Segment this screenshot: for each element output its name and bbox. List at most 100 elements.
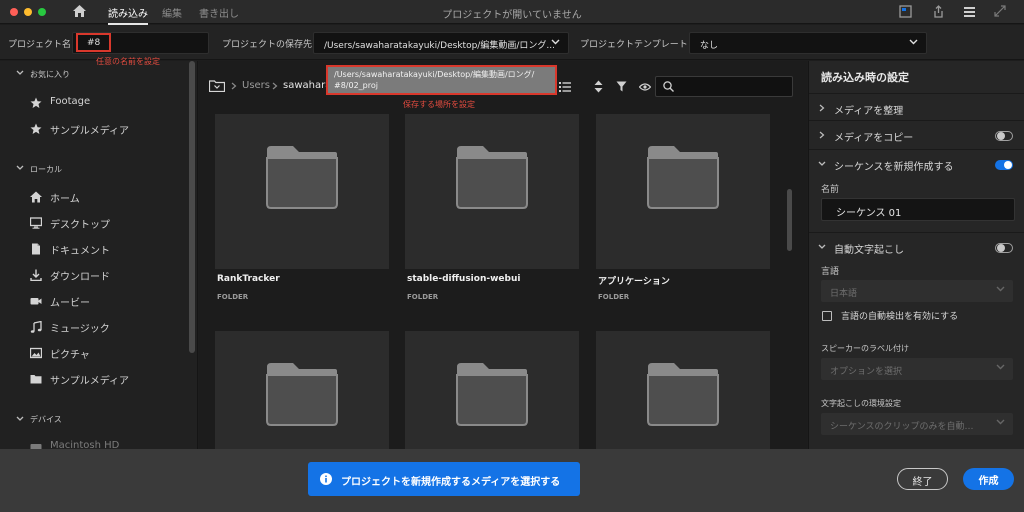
breadcrumb-users[interactable]: Users (242, 80, 270, 91)
footer-bar: プロジェクトを新規作成するメディアを選択する 終了 作成 (0, 449, 1024, 512)
tile-name: stable-diffusion-webui (407, 274, 521, 284)
organize-media-row[interactable]: メディアを整理 (809, 93, 1024, 121)
copy-media-row[interactable]: メディアをコピー (809, 121, 1024, 150)
sidebar-item-music[interactable]: ミュージック (30, 319, 180, 335)
language-dropdown[interactable]: 日本語 (821, 280, 1013, 302)
folder-icon (455, 146, 529, 210)
tile-kind: FOLDER (217, 293, 249, 301)
sidebar-item-sample-media[interactable]: サンプルメディア (30, 371, 180, 387)
settings-sliders-icon[interactable] (963, 5, 976, 18)
tooltip-line-1: /Users/sawaharatakayuki/Desktop/編集動画/ロング… (334, 70, 535, 79)
folder-tile[interactable] (596, 331, 770, 449)
project-template-dropdown[interactable]: なし (689, 32, 927, 54)
desktop-icon (30, 217, 42, 229)
tile-name: アプリケーション (598, 277, 670, 287)
annotation-location-note: 保存する場所を設定 (403, 100, 475, 109)
chevron-down-icon (551, 39, 560, 45)
sidebar-scrollbar[interactable] (189, 61, 195, 353)
document-icon (30, 243, 42, 255)
media-browser: Users sawaharat RankTracker FOLDER stabl… (199, 61, 807, 449)
sidebar-item-movies[interactable]: ムービー (30, 293, 180, 309)
browser-scrollbar[interactable] (787, 189, 792, 251)
sidebar-item-footage[interactable]: Footage (30, 95, 180, 111)
sidebar-item-sample-media-fav[interactable]: サンプルメディア (30, 121, 180, 137)
star-icon (30, 97, 42, 109)
picture-icon (30, 347, 42, 359)
chevron-down-icon[interactable] (16, 165, 24, 171)
chevron-down-icon (996, 419, 1005, 425)
title-bar: 読み込み 編集 書き出し プロジェクトが開いていません (0, 0, 1024, 25)
banner-text: プロジェクトを新規作成するメディアを選択する (341, 477, 561, 488)
sequence-name-label: 名前 (821, 185, 840, 195)
section-favorites[interactable]: お気に入り (30, 69, 70, 80)
search-input[interactable] (655, 76, 793, 97)
chevron-right-icon (819, 131, 825, 139)
sidebar-item-home[interactable]: ホーム (30, 189, 180, 205)
chevron-down-icon (996, 364, 1005, 370)
chevron-down-icon[interactable] (16, 70, 24, 76)
sidebar-item-pictures[interactable]: ピクチャ (30, 345, 180, 361)
chevron-right-icon (231, 82, 237, 90)
eye-icon[interactable] (639, 83, 651, 91)
star-icon (30, 123, 42, 135)
folder-tile[interactable] (596, 114, 770, 269)
sort-icon[interactable] (594, 80, 603, 93)
music-icon (30, 321, 42, 333)
search-icon (663, 81, 674, 92)
folder-up-icon[interactable] (209, 80, 225, 92)
auto-detect-label: 言語の自動検出を有効にする (841, 312, 959, 322)
chevron-down-icon[interactable] (16, 416, 24, 422)
folder-icon (265, 146, 339, 210)
project-location-dropdown[interactable]: /Users/sawaharatakayuki/Desktop/編集動画/ロング… (313, 32, 569, 54)
exit-button[interactable]: 終了 (897, 468, 948, 490)
sidebar-item-desktop[interactable]: デスクトップ (30, 215, 180, 231)
folder-tile[interactable] (215, 331, 389, 449)
tile-name: RankTracker (217, 274, 280, 284)
chevron-down-icon (909, 39, 918, 45)
fullscreen-icon[interactable] (994, 5, 1006, 17)
transcribe-env-dropdown[interactable]: シーケンスのクリップのみを自動… (821, 413, 1013, 435)
speaker-dropdown[interactable]: オプションを選択 (821, 358, 1013, 380)
folder-icon (265, 363, 339, 427)
transcribe-env-label: 文字起こしの環境設定 (821, 399, 901, 408)
language-label: 言語 (821, 267, 840, 277)
sidebar: お気に入り Footage サンプルメディア ローカル ホーム デスクトップ ド… (0, 61, 198, 451)
chevron-right-icon (819, 104, 825, 112)
chevron-right-icon (272, 82, 278, 90)
speaker-label: スピーカーのラベル付け (821, 344, 909, 353)
auto-transcribe-toggle[interactable] (995, 243, 1013, 253)
tile-kind: FOLDER (598, 293, 630, 301)
folder-tile[interactable] (405, 114, 579, 269)
sequence-name-input[interactable]: シーケンス 01 (821, 198, 1015, 221)
sidebar-item-documents[interactable]: ドキュメント (30, 241, 180, 257)
folder-tile[interactable] (405, 331, 579, 449)
tooltip-line-2: #8/02_proj (334, 81, 378, 90)
download-icon (30, 269, 42, 281)
home-icon (30, 191, 42, 203)
project-template-value: なし (700, 41, 719, 51)
window-title: プロジェクトが開いていません (442, 10, 582, 21)
project-location-value: /Users/sawaharatakayuki/Desktop/編集動画/ロング… (324, 41, 555, 51)
project-location-label: プロジェクトの保存先 (222, 40, 313, 50)
project-template-label: プロジェクトテンプレート (580, 40, 688, 50)
section-devices[interactable]: デバイス (30, 414, 62, 425)
annotation-name-note: 任意の名前を設定 (96, 57, 160, 66)
filter-icon[interactable] (616, 81, 627, 92)
auto-detect-checkbox[interactable] (822, 311, 832, 321)
folder-icon (646, 146, 720, 210)
new-sequence-toggle[interactable] (995, 160, 1013, 170)
folder-icon (646, 363, 720, 427)
section-local[interactable]: ローカル (30, 164, 62, 175)
folder-tile[interactable] (215, 114, 389, 269)
chevron-down-icon (818, 244, 826, 250)
new-sequence-row[interactable]: シーケンスを新規作成する (809, 150, 1024, 179)
workspace-icon[interactable] (899, 5, 912, 18)
share-icon[interactable] (932, 5, 945, 18)
tile-kind: FOLDER (407, 293, 439, 301)
sidebar-item-downloads[interactable]: ダウンロード (30, 267, 180, 283)
list-view-icon[interactable] (559, 82, 571, 92)
auto-transcribe-row[interactable]: 自動文字起こし (809, 232, 1024, 261)
create-button[interactable]: 作成 (963, 468, 1014, 490)
panel-title: 読み込み時の設定 (821, 71, 909, 84)
copy-media-toggle[interactable] (995, 131, 1013, 141)
